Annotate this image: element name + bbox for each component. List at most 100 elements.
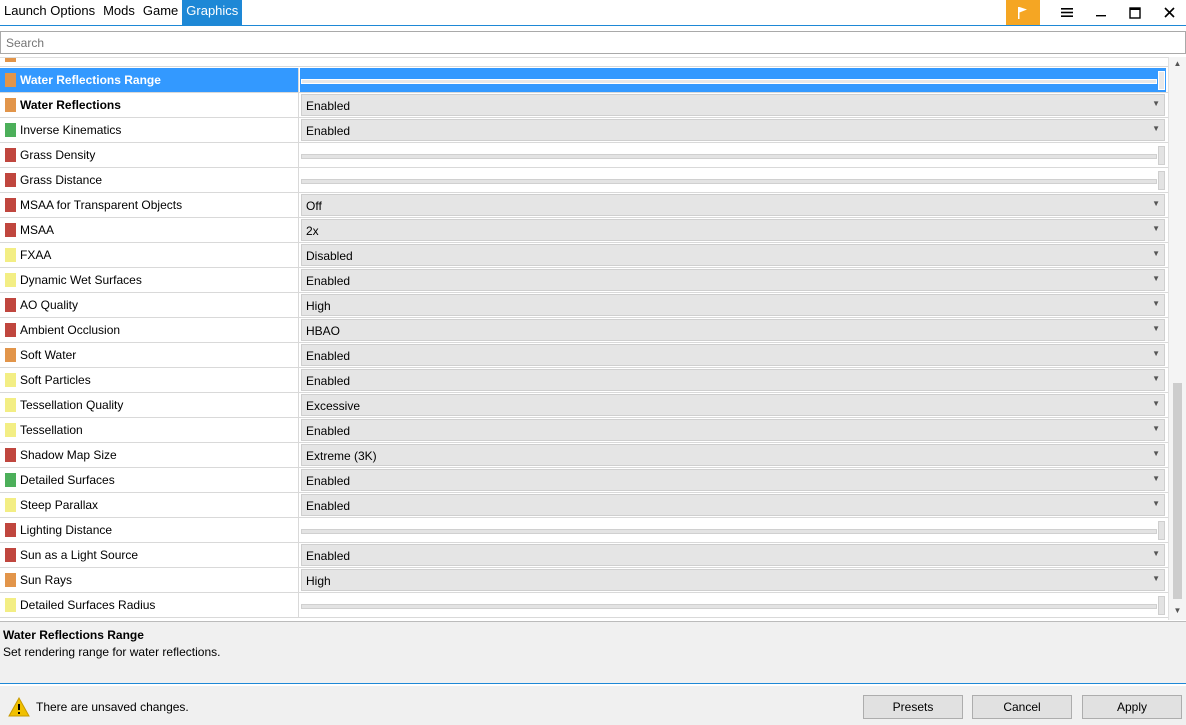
setting-row[interactable]: Grass Distance xyxy=(0,168,1168,193)
setting-label: Detailed Surfaces xyxy=(20,473,115,487)
setting-name-cell: Soft Water xyxy=(0,343,299,367)
setting-row[interactable]: FXAA Disabled ▼ xyxy=(0,243,1168,268)
slider-thumb[interactable] xyxy=(1158,596,1165,615)
setting-dropdown[interactable]: Enabled ▼ xyxy=(301,494,1165,516)
minimize-button[interactable] xyxy=(1084,0,1118,25)
apply-button[interactable]: Apply xyxy=(1082,695,1182,719)
menu-button[interactable] xyxy=(1050,0,1084,25)
setting-row[interactable]: Steep Parallax Enabled ▼ xyxy=(0,493,1168,518)
chevron-down-icon: ▼ xyxy=(1152,324,1160,333)
setting-value-cell: Enabled ▼ xyxy=(300,418,1166,442)
setting-slider-track[interactable] xyxy=(301,604,1157,609)
setting-slider-track[interactable] xyxy=(301,154,1157,159)
setting-dropdown[interactable]: High ▼ xyxy=(301,294,1165,316)
setting-slider-track[interactable] xyxy=(301,529,1157,534)
category-swatch xyxy=(5,498,16,512)
tab-game[interactable]: Game xyxy=(139,0,182,25)
setting-row[interactable]: Dynamic Wet Surfaces Enabled ▼ xyxy=(0,268,1168,293)
setting-row[interactable]: Detailed Surfaces Enabled ▼ xyxy=(0,468,1168,493)
category-swatch xyxy=(5,73,16,87)
flag-icon xyxy=(1018,6,1027,19)
presets-button[interactable]: Presets xyxy=(863,695,963,719)
setting-row[interactable]: Water Reflections Range xyxy=(0,68,1168,93)
dropdown-value: Off xyxy=(306,199,322,213)
scroll-up-icon[interactable]: ▲ xyxy=(1169,59,1186,71)
slider-thumb[interactable] xyxy=(1158,146,1165,165)
setting-dropdown[interactable]: Enabled ▼ xyxy=(301,94,1165,116)
slider-thumb[interactable] xyxy=(1158,521,1165,540)
close-button[interactable] xyxy=(1152,0,1186,25)
setting-slider-track[interactable] xyxy=(301,179,1157,184)
warning-icon xyxy=(8,697,30,717)
setting-dropdown[interactable]: HBAO ▼ xyxy=(301,319,1165,341)
cancel-button[interactable]: Cancel xyxy=(972,695,1072,719)
slider-thumb[interactable] xyxy=(1158,71,1165,90)
tab-launch-options[interactable]: Launch Options xyxy=(0,0,99,25)
scroll-down-icon[interactable]: ▼ xyxy=(1169,606,1186,618)
setting-row[interactable]: Tessellation Enabled ▼ xyxy=(0,418,1168,443)
dropdown-value: Enabled xyxy=(306,374,351,388)
setting-dropdown[interactable]: Enabled ▼ xyxy=(301,119,1165,141)
setting-row[interactable]: Sun as a Light Source Enabled ▼ xyxy=(0,543,1168,568)
setting-row[interactable]: AO Quality High ▼ xyxy=(0,293,1168,318)
setting-row[interactable]: MSAA 2x ▼ xyxy=(0,218,1168,243)
setting-dropdown[interactable]: Enabled ▼ xyxy=(301,269,1165,291)
setting-row[interactable]: Lighting Distance xyxy=(0,518,1168,543)
maximize-icon xyxy=(1129,6,1141,19)
setting-dropdown[interactable]: Excessive ▼ xyxy=(301,394,1165,416)
setting-dropdown[interactable]: High ▼ xyxy=(301,569,1165,591)
setting-dropdown[interactable]: Enabled ▼ xyxy=(301,419,1165,441)
category-swatch xyxy=(5,523,16,537)
category-swatch xyxy=(5,148,16,162)
setting-name-cell: Sun Rays xyxy=(0,568,299,592)
setting-row[interactable]: Water Reflections Enabled ▼ xyxy=(0,93,1168,118)
setting-row[interactable]: Sun Rays High ▼ xyxy=(0,568,1168,593)
setting-slider-track[interactable] xyxy=(301,79,1157,84)
setting-row[interactable]: Shadow Map Size Extreme (3K) ▼ xyxy=(0,443,1168,468)
setting-dropdown[interactable]: Enabled ▼ xyxy=(301,544,1165,566)
setting-dropdown[interactable]: Disabled ▼ xyxy=(301,244,1165,266)
setting-name-cell: Inverse Kinematics xyxy=(0,118,299,142)
setting-row[interactable]: MSAA for Transparent Objects Off ▼ xyxy=(0,193,1168,218)
setting-row[interactable]: Detailed Surfaces Radius xyxy=(0,593,1168,618)
setting-dropdown[interactable]: Off ▼ xyxy=(301,194,1165,216)
setting-row[interactable]: Inverse Kinematics Enabled ▼ xyxy=(0,118,1168,143)
setting-dropdown[interactable]: Enabled ▼ xyxy=(301,469,1165,491)
setting-row[interactable]: Soft Particles Enabled ▼ xyxy=(0,368,1168,393)
setting-row[interactable]: Grass Density xyxy=(0,143,1168,168)
setting-dropdown[interactable]: 2x ▼ xyxy=(301,219,1165,241)
setting-label: Water Reflections Range xyxy=(20,73,161,87)
maximize-button[interactable] xyxy=(1118,0,1152,25)
dropdown-value: Extreme (3K) xyxy=(306,449,377,463)
setting-name-cell: Sun as a Light Source xyxy=(0,543,299,567)
dropdown-value: 2x xyxy=(306,224,319,238)
setting-name-cell: Grass Distance xyxy=(0,168,299,192)
setting-value-cell xyxy=(300,68,1166,92)
setting-label: Detailed Surfaces Radius xyxy=(20,598,156,612)
setting-dropdown[interactable]: Enabled ▼ xyxy=(301,344,1165,366)
setting-label: Tessellation xyxy=(20,423,83,437)
description-pane: Water Reflections Range Set rendering ra… xyxy=(0,621,1186,684)
search-input[interactable] xyxy=(0,31,1186,54)
setting-dropdown[interactable]: Extreme (3K) ▼ xyxy=(301,444,1165,466)
chevron-down-icon: ▼ xyxy=(1152,224,1160,233)
setting-label: Sun as a Light Source xyxy=(20,548,139,562)
tab-mods[interactable]: Mods xyxy=(99,0,139,25)
setting-row[interactable]: Tessellation Quality Excessive ▼ xyxy=(0,393,1168,418)
setting-row[interactable]: Ambient Occlusion HBAO ▼ xyxy=(0,318,1168,343)
dropdown-value: Enabled xyxy=(306,424,351,438)
setting-value-cell: Excessive ▼ xyxy=(300,393,1166,417)
slider-thumb[interactable] xyxy=(1158,171,1165,190)
category-swatch xyxy=(5,398,16,412)
category-swatch xyxy=(5,423,16,437)
setting-row[interactable]: Soft Water Enabled ▼ xyxy=(0,343,1168,368)
setting-label: Sun Rays xyxy=(20,573,73,587)
chevron-down-icon: ▼ xyxy=(1152,449,1160,458)
dropdown-value: Enabled xyxy=(306,124,351,138)
tab-graphics[interactable]: Graphics xyxy=(182,0,243,25)
dropdown-value: Enabled xyxy=(306,549,351,563)
setting-dropdown[interactable]: Enabled ▼ xyxy=(301,369,1165,391)
scrollbar-thumb[interactable] xyxy=(1173,383,1182,599)
vertical-scrollbar[interactable]: ▲ ▼ xyxy=(1168,57,1186,620)
flag-button[interactable] xyxy=(1006,0,1040,25)
